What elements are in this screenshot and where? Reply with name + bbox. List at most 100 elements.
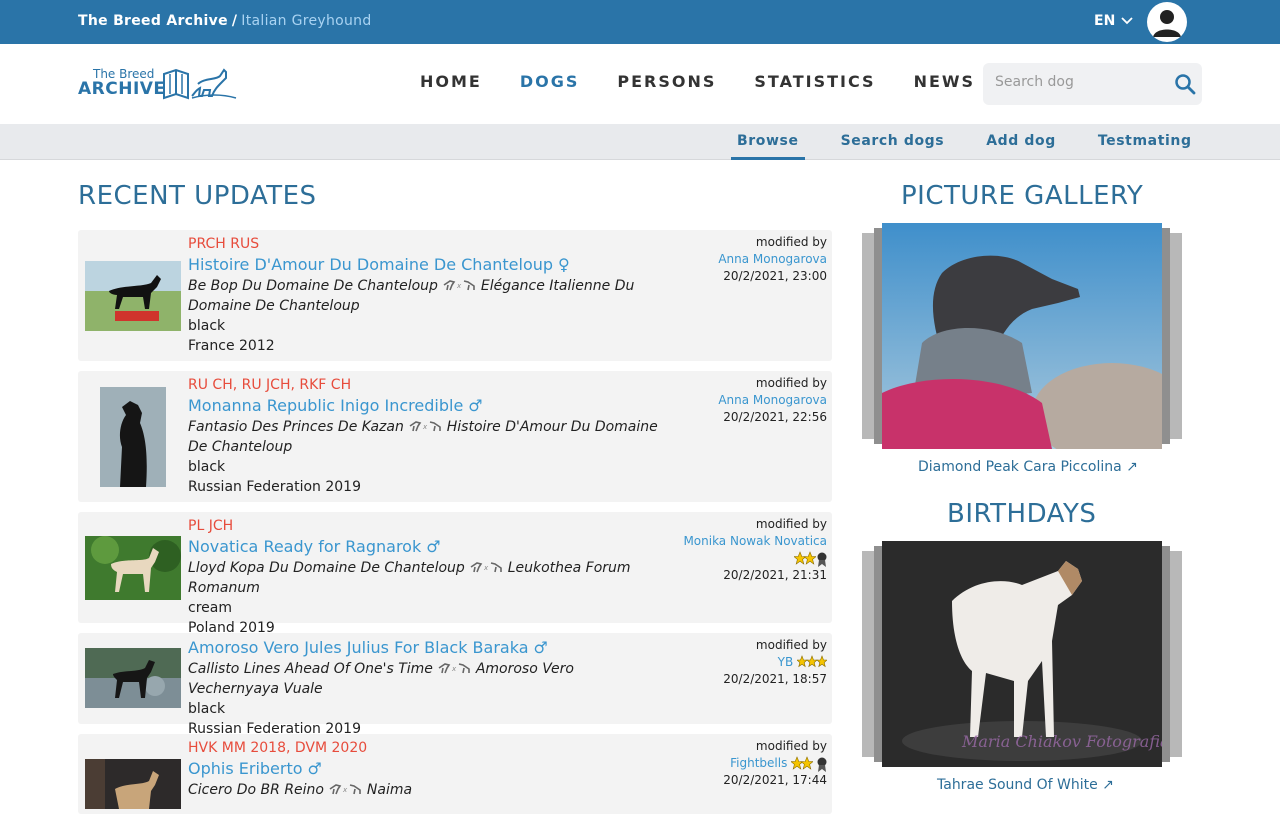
top-bar: The Breed Archive / Italian Greyhound EN xyxy=(0,0,1280,44)
modified-date: 20/2/2021, 17:44 xyxy=(723,773,827,787)
dog-thumbnail[interactable] xyxy=(85,759,181,809)
user-badges xyxy=(794,550,827,567)
modified-by-link[interactable]: YB xyxy=(778,655,794,669)
dog-name: Histoire D'Amour Du Domaine De Chantelou… xyxy=(188,255,554,274)
svg-text:x: x xyxy=(422,423,428,431)
dog-thumbnail[interactable] xyxy=(85,648,181,708)
dog-color: black xyxy=(188,318,226,334)
user-avatar[interactable] xyxy=(1147,2,1187,42)
breadcrumb-site[interactable]: The Breed Archive xyxy=(78,13,228,29)
modified-by-link[interactable]: Anna Monogarova xyxy=(718,251,827,268)
user-icon xyxy=(1153,10,1181,37)
dog-name: Monanna Republic Inigo Incredible xyxy=(188,396,464,415)
modified-date: 20/2/2021, 18:57 xyxy=(723,672,827,686)
dog-titles: RU CH, RU JCH, RKF CH xyxy=(188,377,352,393)
parents-icon: x xyxy=(470,562,503,573)
male-icon: ♂ xyxy=(468,396,483,415)
nav-home[interactable]: HOME xyxy=(420,72,482,91)
language-label: EN xyxy=(1094,13,1116,29)
parents-icon: x xyxy=(443,280,476,291)
dog-name-link[interactable]: Histoire D'Amour Du Domaine De Chantelou… xyxy=(188,254,668,276)
dog-name-link[interactable]: Novatica Ready for Ragnarok ♂ xyxy=(188,536,668,558)
modified-date: 20/2/2021, 23:00 xyxy=(723,269,827,283)
dog-name: Ophis Eriberto xyxy=(188,759,303,778)
modified-label: modified by xyxy=(755,517,827,531)
male-icon: ♂ xyxy=(533,638,548,657)
dog-card: RU CH, RU JCH, RKF CH Monanna Republic I… xyxy=(78,371,832,502)
modified-by-link[interactable]: Monika Nowak Novatica xyxy=(683,533,827,550)
medal-badge-icon xyxy=(817,757,827,772)
dog-name-link[interactable]: Amoroso Vero Jules Julius For Black Bara… xyxy=(188,637,668,659)
male-icon: ♂ xyxy=(426,537,441,556)
dog-name-link[interactable]: Monanna Republic Inigo Incredible ♂ xyxy=(188,395,668,417)
dam-link[interactable]: Naima xyxy=(367,782,412,798)
dog-color: black xyxy=(188,701,226,717)
sire-link[interactable]: Callisto Lines Ahead Of One's Time xyxy=(188,661,433,677)
photo-watermark: Maria Chiakov Fotografia xyxy=(961,732,1162,751)
site-logo[interactable]: The Breed ARCHIVE xyxy=(78,64,238,104)
birthdays-carousel[interactable]: Maria Chiakov Fotografia xyxy=(862,541,1182,767)
modified-label: modified by xyxy=(755,235,827,249)
male-icon: ♂ xyxy=(307,759,322,778)
modified-label: modified by xyxy=(755,638,827,652)
recent-updates-title: RECENT UPDATES xyxy=(78,181,317,211)
tab-testmating[interactable]: Testmating xyxy=(1092,124,1198,160)
gallery-photo[interactable] xyxy=(882,223,1162,449)
svg-text:x: x xyxy=(342,786,348,794)
nav-news[interactable]: NEWS xyxy=(914,72,976,91)
sire-link[interactable]: Cicero Do BR Reino xyxy=(188,782,324,798)
dog-thumbnail[interactable] xyxy=(85,261,181,331)
tab-search-dogs[interactable]: Search dogs xyxy=(835,124,951,160)
modified-info: modified by Monika Nowak Novatica 20/2/2… xyxy=(683,516,827,584)
medal-badge-icon xyxy=(817,552,827,567)
breadcrumb-breed[interactable]: Italian Greyhound xyxy=(241,13,371,29)
sire-link[interactable]: Lloyd Kopa Du Domaine De Chanteloup xyxy=(188,560,465,576)
dog-parents: Callisto Lines Ahead Of One's Time x Amo… xyxy=(188,659,668,699)
chevron-down-icon xyxy=(1121,17,1133,25)
breadcrumb: The Breed Archive / Italian Greyhound xyxy=(78,13,372,29)
tab-browse[interactable]: Browse xyxy=(731,124,805,160)
dog-card: HVK MM 2018, DVM 2020 Ophis Eriberto ♂ Ci… xyxy=(78,734,832,814)
breadcrumb-separator: / xyxy=(231,13,238,29)
svg-text:x: x xyxy=(451,665,457,673)
modified-label: modified by xyxy=(755,376,827,390)
modified-by-link[interactable]: Anna Monogarova xyxy=(718,392,827,409)
dog-name: Novatica Ready for Ragnarok xyxy=(188,537,422,556)
parents-icon: x xyxy=(438,663,471,674)
modified-by-link[interactable]: Fightbells xyxy=(730,756,787,770)
logo-line2: ARCHIVE xyxy=(78,79,166,99)
language-selector[interactable]: EN xyxy=(1094,13,1133,29)
sire-link[interactable]: Fantasio Des Princes De Kazan xyxy=(188,419,404,435)
book-dog-logo-icon xyxy=(163,68,237,100)
modified-date: 20/2/2021, 22:56 xyxy=(723,410,827,424)
dog-parents: Be Bop Du Domaine De Chanteloup x Elégan… xyxy=(188,276,668,316)
nav-statistics[interactable]: STATISTICS xyxy=(754,72,875,91)
search-input[interactable] xyxy=(995,74,1165,90)
dog-thumbnail[interactable] xyxy=(100,387,166,487)
picture-gallery-carousel[interactable] xyxy=(862,223,1182,449)
gallery-caption-link[interactable]: Diamond Peak Cara Piccolina ↗ xyxy=(918,459,1138,475)
modified-info: modified by Fightbells 20/2/2021, 17:44 xyxy=(723,738,827,789)
dog-thumbnail[interactable] xyxy=(85,536,181,600)
birthday-caption-link[interactable]: Tahrae Sound Of White ↗ xyxy=(937,777,1114,793)
modified-label: modified by xyxy=(755,739,827,753)
svg-text:x: x xyxy=(456,282,462,290)
dog-origin: Russian Federation 2019 xyxy=(188,479,361,495)
search-icon[interactable] xyxy=(1174,73,1196,95)
dog-name-link[interactable]: Ophis Eriberto ♂ xyxy=(188,758,668,780)
nav-persons[interactable]: PERSONS xyxy=(617,72,716,91)
nav-dogs[interactable]: DOGS xyxy=(520,72,580,91)
birthday-photo[interactable]: Maria Chiakov Fotografia xyxy=(882,541,1162,767)
main-nav: HOME DOGS PERSONS STATISTICS NEWS xyxy=(420,72,1013,91)
stars-badge-icon xyxy=(790,755,814,770)
dog-card: PL JCH Novatica Ready for Ragnarok ♂ Lloy… xyxy=(78,512,832,636)
modified-info: modified by YB 20/2/2021, 18:57 xyxy=(723,637,828,688)
dog-parents: Lloyd Kopa Du Domaine De Chanteloup x Le… xyxy=(188,558,668,598)
tab-add-dog[interactable]: Add dog xyxy=(980,124,1062,160)
sub-nav: Browse Search dogs Add dog Testmating xyxy=(0,124,1280,160)
sire-link[interactable]: Be Bop Du Domaine De Chanteloup xyxy=(188,278,438,294)
dog-card: PRCH RUS Histoire D'Amour Du Domaine De … xyxy=(78,230,832,361)
modified-date: 20/2/2021, 21:31 xyxy=(723,568,827,582)
dog-color: cream xyxy=(188,600,232,616)
dog-origin: France 2012 xyxy=(188,338,275,354)
